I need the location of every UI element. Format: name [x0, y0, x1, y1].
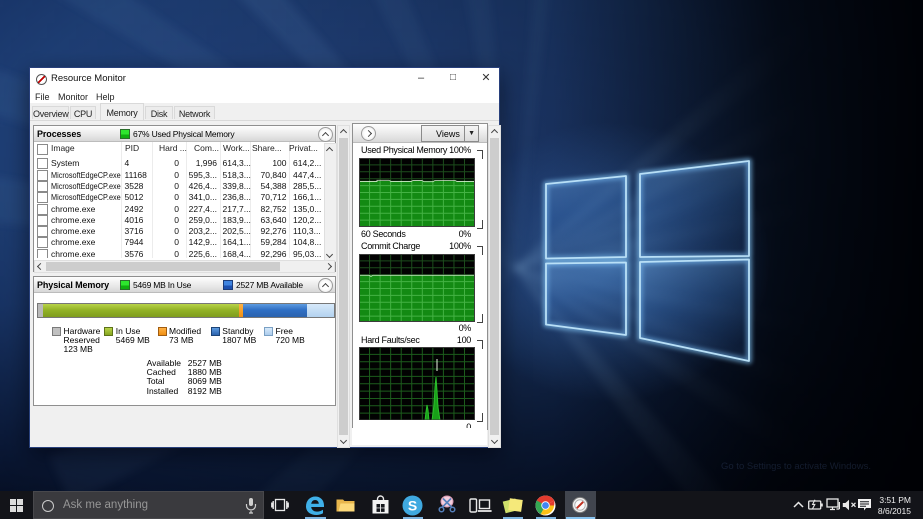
- svg-text:Go to Settings to activate Win: Go to Settings to activate Windows.: [721, 461, 871, 472]
- svg-text:S: S: [408, 498, 417, 514]
